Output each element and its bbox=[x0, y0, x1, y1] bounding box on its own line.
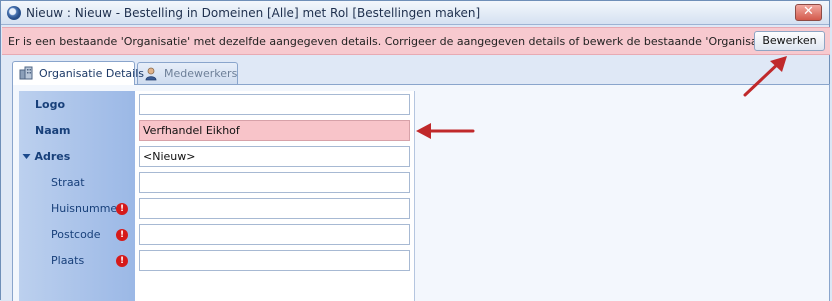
error-message: Er is een bestaande 'Organisatie' met de… bbox=[8, 35, 779, 48]
plaats-label: Plaats bbox=[51, 254, 85, 267]
adres-field[interactable]: <Nieuw> bbox=[139, 146, 410, 167]
adres-label: Adres bbox=[34, 150, 71, 163]
plaats-field[interactable] bbox=[139, 250, 410, 271]
person-icon bbox=[144, 67, 158, 81]
required-warning-icon: ! bbox=[116, 229, 128, 241]
postcode-label: Postcode bbox=[51, 228, 101, 241]
naam-field[interactable]: Verfhandel Eikhof bbox=[139, 120, 410, 141]
logo-label: Logo bbox=[35, 98, 65, 111]
window: Nieuw : Nieuw - Bestelling in Domeinen [… bbox=[0, 0, 830, 301]
app-icon bbox=[7, 6, 21, 20]
adres-expander[interactable]: Adres bbox=[22, 150, 70, 163]
huisnummer-label: Huisnummer bbox=[51, 202, 122, 215]
close-button[interactable]: ✕ bbox=[795, 4, 822, 21]
annotation-arrow-icon bbox=[416, 123, 475, 139]
tab-label: Organisatie Details bbox=[39, 67, 144, 80]
form-fields: Verfhandel Eikhof <Nieuw> bbox=[135, 91, 414, 301]
form-labels: Logo Naam Adres Straat Huisnummer ! Post… bbox=[19, 91, 135, 301]
expand-triangle-icon bbox=[22, 154, 31, 159]
organization-icon bbox=[19, 66, 33, 80]
logo-field[interactable] bbox=[139, 94, 410, 115]
title-bar: Nieuw : Nieuw - Bestelling in Domeinen [… bbox=[1, 1, 829, 25]
error-bar: Er is een bestaande 'Organisatie' met de… bbox=[2, 27, 830, 55]
naam-label: Naam bbox=[35, 124, 71, 137]
bewerken-button[interactable]: Bewerken bbox=[754, 31, 825, 51]
annotation-arrow-icon bbox=[743, 56, 787, 97]
window-title: Nieuw : Nieuw - Bestelling in Domeinen [… bbox=[26, 6, 481, 20]
straat-field[interactable] bbox=[139, 172, 410, 193]
postcode-field[interactable] bbox=[139, 224, 410, 245]
tab-organisatie-details[interactable]: Organisatie Details bbox=[12, 61, 144, 85]
huisnummer-field[interactable] bbox=[139, 198, 410, 219]
required-warning-icon: ! bbox=[116, 255, 128, 267]
straat-label: Straat bbox=[51, 176, 85, 189]
tab-medewerkers[interactable]: Medewerkers bbox=[137, 62, 238, 84]
tab-label: Medewerkers bbox=[164, 67, 238, 80]
required-warning-icon: ! bbox=[116, 203, 128, 215]
